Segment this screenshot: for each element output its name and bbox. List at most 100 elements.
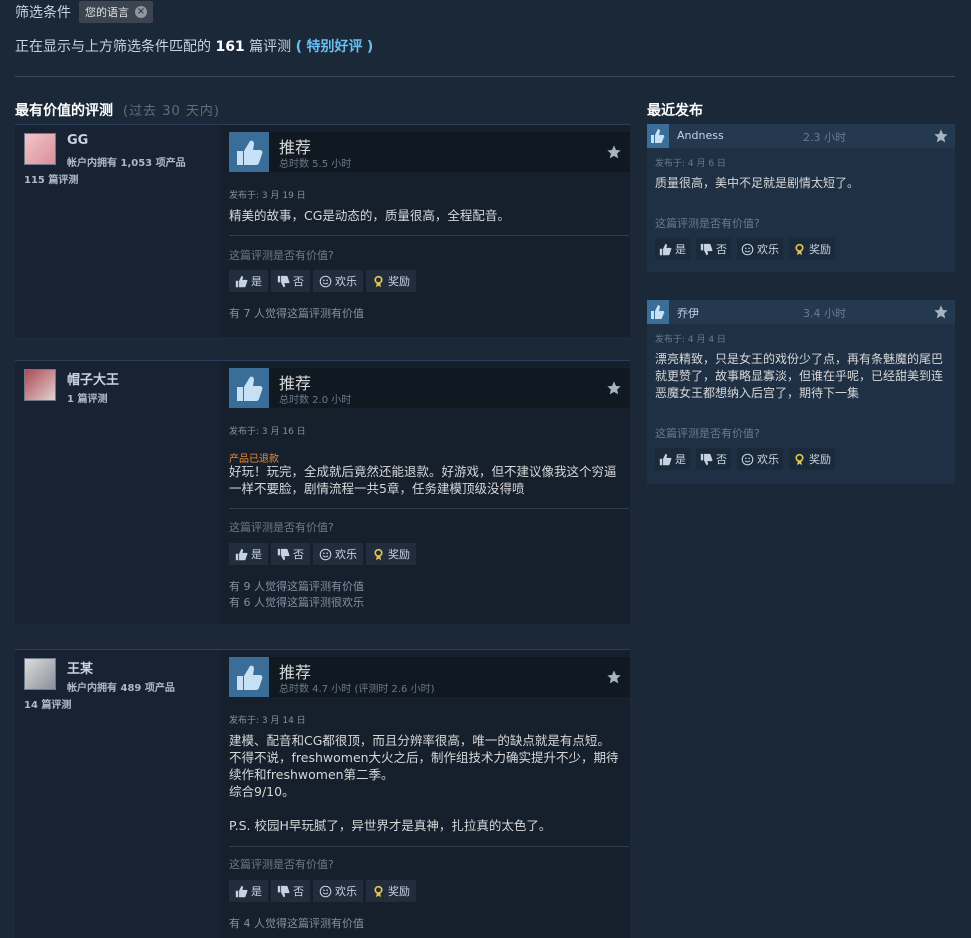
review-text: 建模、配音和CG都很顶，而且分辨率很高，唯一的缺点就是有点短。不得不说，fres…: [229, 732, 619, 834]
no-label: 否: [716, 453, 727, 466]
author-review-count[interactable]: 115 篇评测: [24, 171, 78, 186]
smiley-icon: [319, 275, 332, 287]
review-content: 推荐 总时数 2.0 小时 发布于: 3 月 16 日 产品已退款 好玩！玩完，…: [229, 361, 630, 624]
vote-no-button[interactable]: 否: [271, 543, 310, 565]
helpful-question: 这篇评测是否有价值?: [655, 427, 760, 440]
vote-buttons: 是 否 欢乐 奖励: [229, 880, 416, 902]
vote-funny-button[interactable]: 欢乐: [313, 270, 363, 292]
time-range-label: (过去 30 天内): [123, 104, 220, 119]
paren-open: (: [295, 39, 302, 55]
thumbs-down-icon: [277, 885, 290, 897]
thumbs-up-icon: [235, 548, 248, 560]
award-button[interactable]: 奖励: [789, 448, 835, 470]
award-button[interactable]: 奖励: [789, 238, 835, 260]
funny-label: 欢乐: [757, 453, 779, 466]
filter-row: 筛选条件 您的语言 ×: [15, 0, 153, 24]
recent-review-header[interactable]: 乔伊 3.4 小时: [647, 300, 955, 324]
vote-buttons: 是 否 欢乐 奖励: [655, 238, 835, 260]
award-label: 奖励: [388, 275, 410, 288]
award-button[interactable]: 奖励: [366, 270, 416, 292]
vote-buttons: 是 否 欢乐 奖励: [655, 448, 835, 470]
vote-yes-button[interactable]: 是: [655, 238, 690, 260]
star-icon[interactable]: [606, 144, 622, 160]
vote-no-button[interactable]: 否: [696, 238, 731, 260]
vote-yes-button[interactable]: 是: [229, 270, 268, 292]
vote-no-button[interactable]: 否: [271, 270, 310, 292]
filter-chip-label: 您的语言: [85, 6, 129, 19]
vote-header[interactable]: 推荐 总时数 5.5 小时: [229, 132, 630, 172]
divider: [229, 846, 629, 847]
thumbs-up-icon: [229, 368, 269, 408]
author-products[interactable]: 帐户内拥有 489 项产品: [67, 679, 175, 694]
thumbs-up-icon: [235, 885, 248, 897]
vote-header[interactable]: 推荐 总时数 2.0 小时: [229, 368, 630, 408]
thumbs-up-icon: [647, 124, 669, 148]
review-summary: 正在显示与上方筛选条件匹配的 161 篇评测 ( 特别好评 ): [15, 36, 373, 56]
vote-funny-button[interactable]: 欢乐: [313, 880, 363, 902]
star-icon[interactable]: [606, 669, 622, 685]
review-paragraph: 综合9/10。: [229, 784, 295, 799]
thumbs-down-icon: [700, 453, 713, 465]
yes-label: 是: [251, 548, 262, 561]
avatar[interactable]: [24, 658, 56, 690]
recent-playtime: 2.3 小时: [803, 131, 846, 144]
recent-review-text: 漂亮精致，只是女王的戏份少了点，再有条魅魔的尾巴就更赞了，故事略显寡淡，但谁在乎…: [655, 352, 944, 400]
funny-count: 有 6 人觉得这篇评测很欢乐: [229, 596, 364, 609]
recent-author-name[interactable]: 乔伊: [677, 305, 699, 321]
vote-funny-button[interactable]: 欢乐: [737, 448, 783, 470]
vote-funny-button[interactable]: 欢乐: [313, 543, 363, 565]
playtime: 总时数 4.7 小时 (评测时 2.6 小时): [279, 684, 435, 695]
award-icon: [374, 275, 383, 287]
playtime: 总时数 5.5 小时: [279, 159, 352, 170]
most-helpful-title: 最有价值的评测 (过去 30 天内): [15, 100, 220, 120]
review-content: 推荐 总时数 4.7 小时 (评测时 2.6 小时) 发布于: 3 月 14 日…: [229, 650, 630, 938]
funny-label: 欢乐: [335, 885, 357, 898]
paren-close: ): [366, 39, 374, 55]
award-label: 奖励: [809, 453, 831, 466]
avatar[interactable]: [24, 133, 56, 165]
award-button[interactable]: 奖励: [366, 880, 416, 902]
yes-label: 是: [251, 885, 262, 898]
review-author: 帽子大王 1 篇评测: [15, 361, 220, 624]
award-icon: [374, 885, 383, 897]
no-label: 否: [293, 275, 304, 288]
vote-yes-button[interactable]: 是: [229, 543, 268, 565]
close-icon[interactable]: ×: [135, 6, 147, 18]
recent-review-header[interactable]: Andness 2.3 小时: [647, 124, 955, 148]
review-paragraph-blank: [229, 800, 619, 817]
author-name[interactable]: GG: [67, 133, 88, 148]
award-button[interactable]: 奖励: [366, 543, 416, 565]
overall-rating[interactable]: 特别好评: [306, 39, 362, 55]
thumbs-down-icon: [277, 548, 290, 560]
recent-posted-date: 发布于: 4 月 6 日: [655, 159, 726, 169]
thumbs-up-icon: [229, 657, 269, 697]
author-review-count[interactable]: 14 篇评测: [24, 696, 71, 711]
vote-header[interactable]: 推荐 总时数 4.7 小时 (评测时 2.6 小时): [229, 657, 630, 697]
award-icon: [795, 243, 804, 255]
author-review-count[interactable]: 1 篇评测: [67, 390, 107, 405]
vote-no-button[interactable]: 否: [696, 448, 731, 470]
star-icon[interactable]: [933, 128, 949, 144]
star-icon[interactable]: [933, 304, 949, 320]
award-label: 奖励: [388, 885, 410, 898]
vote-yes-button[interactable]: 是: [229, 880, 268, 902]
review-author: 王某 帐户内拥有 489 项产品 14 篇评测: [15, 650, 220, 938]
vote-no-button[interactable]: 否: [271, 880, 310, 902]
no-label: 否: [716, 243, 727, 256]
avatar[interactable]: [24, 369, 56, 401]
vote-yes-button[interactable]: 是: [655, 448, 690, 470]
author-products[interactable]: 帐户内拥有 1,053 项产品: [67, 154, 186, 169]
star-icon[interactable]: [606, 380, 622, 396]
language-filter-chip[interactable]: 您的语言 ×: [79, 1, 153, 23]
recent-author-name[interactable]: Andness: [677, 129, 724, 142]
thumbs-down-icon: [700, 243, 713, 255]
recent-title: 最近发布: [647, 103, 703, 119]
review-card: GG 帐户内拥有 1,053 项产品 115 篇评测 推荐 总时数 5.5 小时…: [15, 124, 630, 337]
helpful-question: 这篇评测是否有价值?: [229, 249, 334, 262]
author-name[interactable]: 王某: [67, 658, 93, 677]
author-name[interactable]: 帽子大王: [67, 369, 119, 388]
funny-label: 欢乐: [335, 275, 357, 288]
vote-funny-button[interactable]: 欢乐: [737, 238, 783, 260]
review-paragraph: 建模、配音和CG都很顶，而且分辨率很高，唯一的缺点就是有点短。不得不说，fres…: [229, 733, 619, 782]
smiley-icon: [741, 453, 754, 465]
